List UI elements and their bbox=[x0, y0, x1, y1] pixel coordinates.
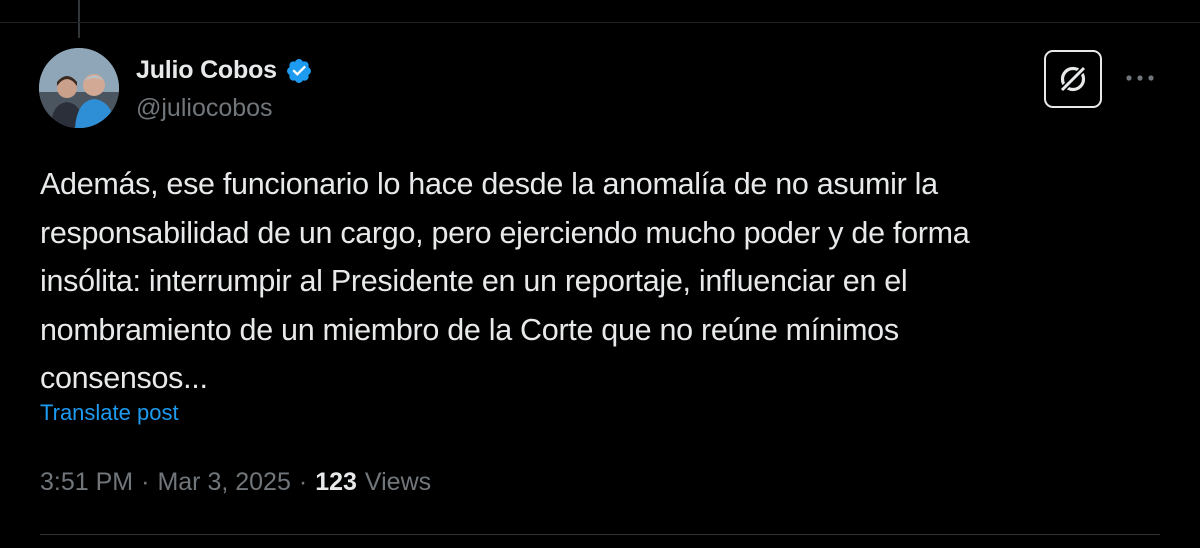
meta-separator: · bbox=[298, 468, 308, 496]
post-text-line: consensos... bbox=[40, 361, 208, 395]
more-options-button[interactable] bbox=[1122, 62, 1158, 94]
post-text-line: responsabilidad de un cargo, pero ejerci… bbox=[40, 215, 970, 250]
translate-post-link[interactable]: Translate post bbox=[40, 400, 179, 426]
profile-photo-icon bbox=[39, 48, 119, 128]
post-text-line: Además, ese funcionario lo hace desde la… bbox=[40, 167, 938, 201]
post-text: Además, ese funcionario lo hace desde la… bbox=[40, 160, 1160, 403]
views-count: 123 bbox=[315, 468, 357, 496]
meta-separator: · bbox=[141, 468, 150, 496]
grok-icon bbox=[1058, 64, 1088, 94]
author-display-name[interactable]: Julio Cobos bbox=[136, 56, 277, 85]
post-time[interactable]: 3:51 PM bbox=[40, 468, 133, 497]
avatar[interactable] bbox=[39, 48, 119, 128]
post-meta: 3:51 PM · Mar 3, 2025 · 123 Views bbox=[40, 468, 431, 497]
grok-button[interactable] bbox=[1044, 50, 1102, 108]
post-date[interactable]: Mar 3, 2025 bbox=[157, 468, 290, 497]
author-handle[interactable]: @juliocobos bbox=[136, 94, 273, 123]
post-text-line: insólita: interrumpir al Presidente en u… bbox=[40, 264, 908, 298]
author-name-row: Julio Cobos bbox=[136, 56, 313, 85]
verified-badge-icon[interactable] bbox=[285, 57, 313, 85]
bottom-divider bbox=[40, 534, 1160, 535]
thread-connector-line bbox=[78, 0, 80, 38]
views-label: Views bbox=[364, 468, 432, 496]
top-divider bbox=[0, 22, 1200, 23]
post-text-line: nombramiento de un miembro de la Corte q… bbox=[40, 312, 899, 347]
more-icon bbox=[1126, 75, 1154, 81]
